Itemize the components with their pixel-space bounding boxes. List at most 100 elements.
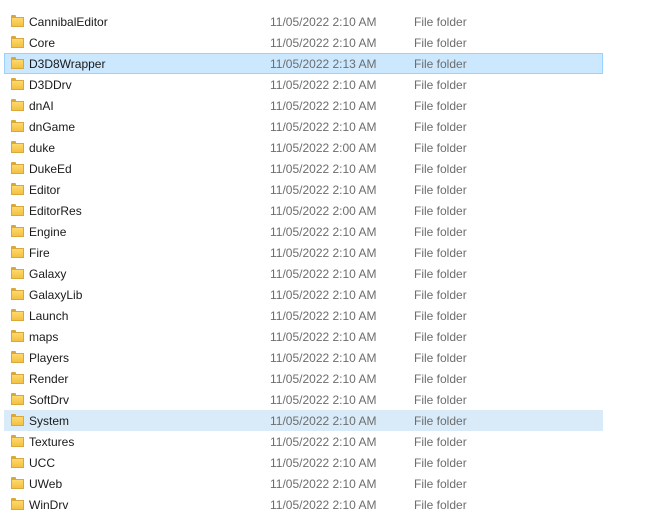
file-name[interactable]: duke: [29, 141, 55, 155]
file-date-modified: 11/05/2022 2:10 AM: [270, 330, 377, 344]
file-row[interactable]: D3D8Wrapper 11/05/2022 2:13 AM File folder: [4, 53, 603, 74]
file-date-modified: 11/05/2022 2:10 AM: [270, 246, 377, 260]
file-date-modified: 11/05/2022 2:13 AM: [270, 57, 377, 71]
file-type: File folder: [414, 36, 467, 50]
file-name[interactable]: DukeEd: [29, 162, 72, 176]
file-date-modified: 11/05/2022 2:10 AM: [270, 435, 377, 449]
file-name[interactable]: D3D8Wrapper: [29, 57, 105, 71]
folder-icon: [11, 435, 24, 447]
file-type: File folder: [414, 99, 467, 113]
file-row[interactable]: SoftDrv 11/05/2022 2:10 AM File folder: [4, 389, 603, 410]
file-name[interactable]: Core: [29, 36, 55, 50]
file-row[interactable]: duke 11/05/2022 2:00 AM File folder: [4, 137, 603, 158]
file-row[interactable]: Fire 11/05/2022 2:10 AM File folder: [4, 242, 603, 263]
file-name[interactable]: UCC: [29, 456, 55, 470]
file-type: File folder: [414, 78, 467, 92]
file-date-modified: 11/05/2022 2:10 AM: [270, 477, 377, 491]
file-name[interactable]: Launch: [29, 309, 68, 323]
file-row[interactable]: Galaxy 11/05/2022 2:10 AM File folder: [4, 263, 603, 284]
file-row[interactable]: DukeEd 11/05/2022 2:10 AM File folder: [4, 158, 603, 179]
file-row[interactable]: Render 11/05/2022 2:10 AM File folder: [4, 368, 603, 389]
file-row[interactable]: Textures 11/05/2022 2:10 AM File folder: [4, 431, 603, 452]
file-date-modified: 11/05/2022 2:10 AM: [270, 309, 377, 323]
folder-icon: [11, 183, 24, 195]
file-row[interactable]: EditorRes 11/05/2022 2:00 AM File folder: [4, 200, 603, 221]
file-name[interactable]: dnGame: [29, 120, 75, 134]
file-type: File folder: [414, 120, 467, 134]
file-type: File folder: [414, 246, 467, 260]
file-name[interactable]: Render: [29, 372, 68, 386]
folder-icon: [11, 120, 24, 132]
file-type: File folder: [414, 309, 467, 323]
file-type: File folder: [414, 15, 467, 29]
file-name[interactable]: CannibalEditor: [29, 15, 108, 29]
file-type: File folder: [414, 435, 467, 449]
file-date-modified: 11/05/2022 2:10 AM: [270, 36, 377, 50]
file-row[interactable]: Engine 11/05/2022 2:10 AM File folder: [4, 221, 603, 242]
file-name[interactable]: UWeb: [29, 477, 62, 491]
file-date-modified: 11/05/2022 2:10 AM: [270, 414, 377, 428]
file-date-modified: 11/05/2022 2:00 AM: [270, 204, 377, 218]
file-type: File folder: [414, 477, 467, 491]
file-type: File folder: [414, 498, 467, 512]
file-name[interactable]: Players: [29, 351, 69, 365]
file-row[interactable]: WinDrv 11/05/2022 2:10 AM File folder: [4, 494, 603, 515]
file-date-modified: 11/05/2022 2:10 AM: [270, 393, 377, 407]
file-date-modified: 11/05/2022 2:00 AM: [270, 141, 377, 155]
file-name[interactable]: dnAI: [29, 99, 54, 113]
folder-icon: [11, 288, 24, 300]
file-name[interactable]: maps: [29, 330, 58, 344]
folder-icon: [11, 99, 24, 111]
file-name[interactable]: D3DDrv: [29, 78, 72, 92]
file-row[interactable]: UCC 11/05/2022 2:10 AM File folder: [4, 452, 603, 473]
file-date-modified: 11/05/2022 2:10 AM: [270, 15, 377, 29]
file-name[interactable]: Textures: [29, 435, 74, 449]
file-date-modified: 11/05/2022 2:10 AM: [270, 225, 377, 239]
file-date-modified: 11/05/2022 2:10 AM: [270, 78, 377, 92]
file-row[interactable]: Players 11/05/2022 2:10 AM File folder: [4, 347, 603, 368]
file-name[interactable]: EditorRes: [29, 204, 82, 218]
file-type: File folder: [414, 414, 467, 428]
folder-icon: [11, 456, 24, 468]
file-type: File folder: [414, 351, 467, 365]
file-row[interactable]: Core 11/05/2022 2:10 AM File folder: [4, 32, 603, 53]
folder-icon: [11, 204, 24, 216]
file-row[interactable]: D3DDrv 11/05/2022 2:10 AM File folder: [4, 74, 603, 95]
file-date-modified: 11/05/2022 2:10 AM: [270, 267, 377, 281]
file-row[interactable]: GalaxyLib 11/05/2022 2:10 AM File folder: [4, 284, 603, 305]
file-name[interactable]: System: [29, 414, 69, 428]
file-name[interactable]: WinDrv: [29, 498, 68, 512]
file-type: File folder: [414, 183, 467, 197]
file-row[interactable]: maps 11/05/2022 2:10 AM File folder: [4, 326, 603, 347]
file-type: File folder: [414, 204, 467, 218]
folder-icon: [11, 141, 24, 153]
folder-icon: [11, 36, 24, 48]
folder-icon: [11, 246, 24, 258]
folder-icon: [11, 309, 24, 321]
file-type: File folder: [414, 57, 467, 71]
folder-icon: [11, 477, 24, 489]
file-name[interactable]: SoftDrv: [29, 393, 69, 407]
file-row[interactable]: Editor 11/05/2022 2:10 AM File folder: [4, 179, 603, 200]
file-date-modified: 11/05/2022 2:10 AM: [270, 99, 377, 113]
file-row[interactable]: Launch 11/05/2022 2:10 AM File folder: [4, 305, 603, 326]
folder-icon: [11, 78, 24, 90]
file-row[interactable]: System 11/05/2022 2:10 AM File folder: [4, 410, 603, 431]
file-row[interactable]: CannibalEditor 11/05/2022 2:10 AM File fol…: [4, 11, 603, 32]
file-name[interactable]: Engine: [29, 225, 66, 239]
folder-icon: [11, 414, 24, 426]
file-type: File folder: [414, 456, 467, 470]
file-type: File folder: [414, 393, 467, 407]
file-row[interactable]: UWeb 11/05/2022 2:10 AM File folder: [4, 473, 603, 494]
folder-icon: [11, 498, 24, 510]
file-name[interactable]: Editor: [29, 183, 60, 197]
file-type: File folder: [414, 288, 467, 302]
file-row[interactable]: dnAI 11/05/2022 2:10 AM File folder: [4, 95, 603, 116]
file-name[interactable]: Galaxy: [29, 267, 66, 281]
file-date-modified: 11/05/2022 2:10 AM: [270, 120, 377, 134]
folder-icon: [11, 162, 24, 174]
file-name[interactable]: Fire: [29, 246, 50, 260]
file-name[interactable]: GalaxyLib: [29, 288, 82, 302]
folder-icon: [11, 372, 24, 384]
file-row[interactable]: dnGame 11/05/2022 2:10 AM File folder: [4, 116, 603, 137]
